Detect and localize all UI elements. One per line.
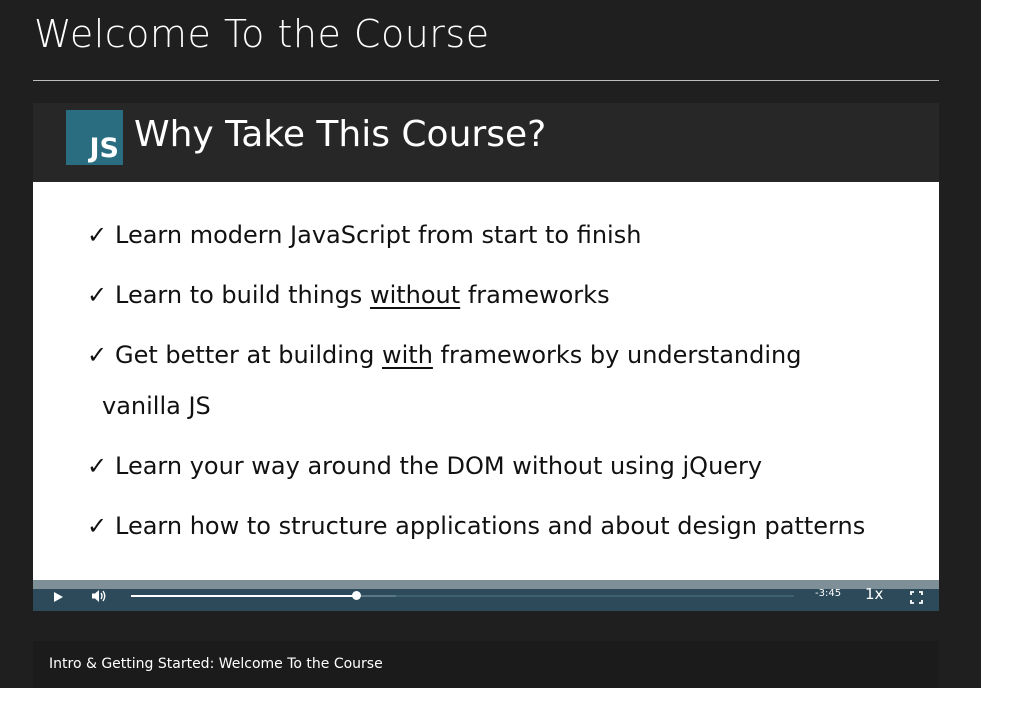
bullet-text: Get better at building (115, 341, 382, 369)
volume-icon (92, 590, 106, 602)
slide-title: Why Take This Course? (134, 114, 547, 155)
bullet-underlined-text: with (382, 341, 433, 369)
controls-shade (33, 580, 939, 589)
js-logo-text: JS (89, 133, 120, 164)
slide-bullet: ✓ Get better at building with frameworks … (87, 341, 801, 369)
checkmark-icon: ✓ (87, 281, 108, 309)
slide-bullet: ✓ Learn how to structure applications and… (87, 512, 865, 540)
bullet-text: Learn modern JavaScript from start to fi… (115, 221, 642, 249)
volume-button[interactable] (90, 588, 108, 604)
slide-bullet-continuation: vanilla JS (102, 392, 211, 420)
slide-bullet: ✓ Learn to build things without framework… (87, 281, 610, 309)
bullet-text-after: frameworks (460, 281, 610, 309)
player-controls: -3:45 1x (33, 580, 939, 611)
bullet-text-after: frameworks by understanding (432, 341, 802, 369)
progress-fill (131, 595, 357, 597)
bullet-text: Learn to build things (115, 281, 370, 309)
video-player[interactable]: JS Why Take This Course? ✓ Learn modern J… (33, 103, 939, 611)
time-remaining: -3:45 (815, 588, 842, 599)
lesson-caption: Intro & Getting Started: Welcome To the … (49, 656, 383, 672)
title-divider (33, 80, 939, 81)
slide-bullet: ✓ Learn your way around the DOM without u… (87, 452, 762, 480)
course-page: Welcome To the Course JS Why Take This C… (0, 0, 981, 688)
playback-speed-button[interactable]: 1x (865, 585, 883, 603)
page-title: Welcome To the Course (34, 12, 490, 56)
bullet-text: Learn how to structure applications and … (115, 512, 866, 540)
bullet-text: Learn your way around the DOM without us… (115, 452, 763, 480)
lesson-caption-bar: Intro & Getting Started: Welcome To the … (33, 641, 939, 688)
slide-bullet: ✓ Learn modern JavaScript from start to f… (87, 221, 641, 249)
play-button[interactable] (51, 589, 65, 603)
progress-bar[interactable] (131, 591, 794, 600)
fullscreen-button[interactable] (910, 589, 923, 604)
bullet-underlined-text: without (369, 281, 461, 309)
checkmark-icon: ✓ (87, 512, 108, 540)
progress-handle[interactable] (352, 591, 362, 600)
js-logo: JS (66, 110, 123, 165)
checkmark-icon: ✓ (87, 452, 108, 480)
slide-header: JS Why Take This Course? (33, 103, 939, 182)
play-icon (54, 592, 63, 602)
checkmark-icon: ✓ (87, 341, 108, 369)
fullscreen-icon (910, 591, 923, 604)
checkmark-icon: ✓ (87, 221, 108, 249)
